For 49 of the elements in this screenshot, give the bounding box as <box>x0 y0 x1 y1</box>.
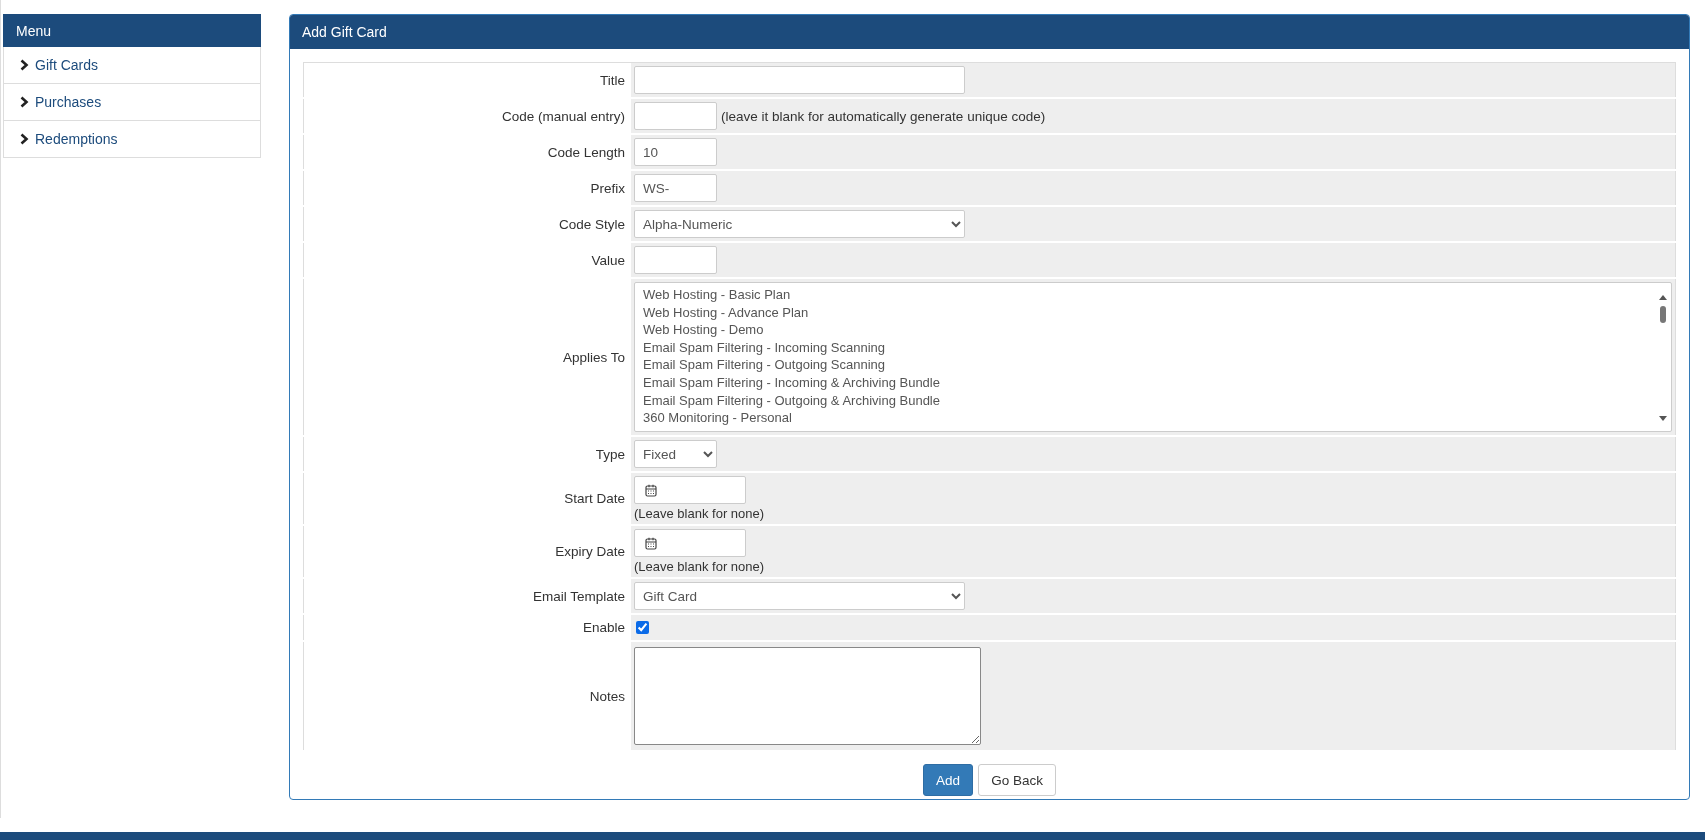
field-label: Expiry Date <box>555 544 625 559</box>
list-option[interactable]: Web Hosting - Demo <box>643 321 1647 339</box>
list-option[interactable]: Email Spam Filtering - Outgoing & Archiving Bundle <box>643 391 1647 410</box>
sidebar-item[interactable]: Purchases <box>4 83 260 120</box>
chevron-icon <box>20 59 29 71</box>
field-label: Enable <box>582 620 625 635</box>
field-label: Title <box>600 72 625 88</box>
notes-field[interactable] <box>634 647 981 745</box>
hint-text: (Leave blank for none) <box>634 506 765 521</box>
menu-title: Menu <box>3 14 261 47</box>
field-label: Start Date <box>564 491 625 506</box>
text-field[interactable]: 10 <box>634 138 717 166</box>
hint-text: (Leave blank for none) <box>634 559 765 574</box>
dropdown[interactable]: Gift Card <box>634 582 965 610</box>
field-label: Email Template <box>532 588 625 604</box>
list-option[interactable]: Web Hosting - Basic Plan <box>643 286 1647 304</box>
chevron-icon <box>20 96 29 108</box>
list-option[interactable]: Email Spam Filtering - Incoming Scanning <box>643 338 1647 357</box>
list-option[interactable]: 360 Monitoring - Personal <box>643 409 1647 427</box>
sidebar-item[interactable]: Gift Cards <box>4 47 260 83</box>
field-label: Applies To <box>562 349 625 365</box>
dropdown[interactable]: Fixed <box>634 440 717 468</box>
sidebar-item[interactable]: Redemptions <box>4 120 260 157</box>
field-label: Prefix <box>590 180 625 196</box>
field-label: Code Length <box>547 144 625 160</box>
hint-text: (leave it blank for automatically generate unique code) <box>721 108 1046 124</box>
text-field[interactable]: WS- <box>634 174 717 202</box>
list-option[interactable]: Web Hosting - Advance Plan <box>643 303 1647 322</box>
add-button[interactable]: Add <box>923 764 974 796</box>
list-option[interactable]: Email Spam Filtering - Incoming & Archiving Bundle <box>643 373 1647 392</box>
calendar-icon <box>645 483 657 497</box>
dropdown[interactable]: Alpha-Numeric <box>634 210 965 238</box>
field-label: Notes <box>589 688 625 704</box>
date-field[interactable] <box>634 476 746 504</box>
back-button[interactable]: Go Back <box>978 764 1056 796</box>
checkbox[interactable] <box>636 621 649 634</box>
text-field[interactable] <box>634 246 717 274</box>
field-label: Code Style <box>558 216 625 232</box>
field-label: Code (manual entry) <box>501 108 625 124</box>
list-box[interactable] <box>634 282 1672 432</box>
text-field[interactable] <box>634 66 965 94</box>
text-field[interactable] <box>634 102 717 130</box>
panel-title: Add Gift Card <box>290 15 1689 49</box>
field-label: Value <box>591 252 625 268</box>
chevron-icon <box>20 133 29 145</box>
list-option[interactable]: Email Spam Filtering - Outgoing Scanning <box>643 356 1647 374</box>
date-field[interactable] <box>634 529 746 557</box>
field-label: Type <box>595 446 625 462</box>
calendar-icon <box>645 536 657 550</box>
